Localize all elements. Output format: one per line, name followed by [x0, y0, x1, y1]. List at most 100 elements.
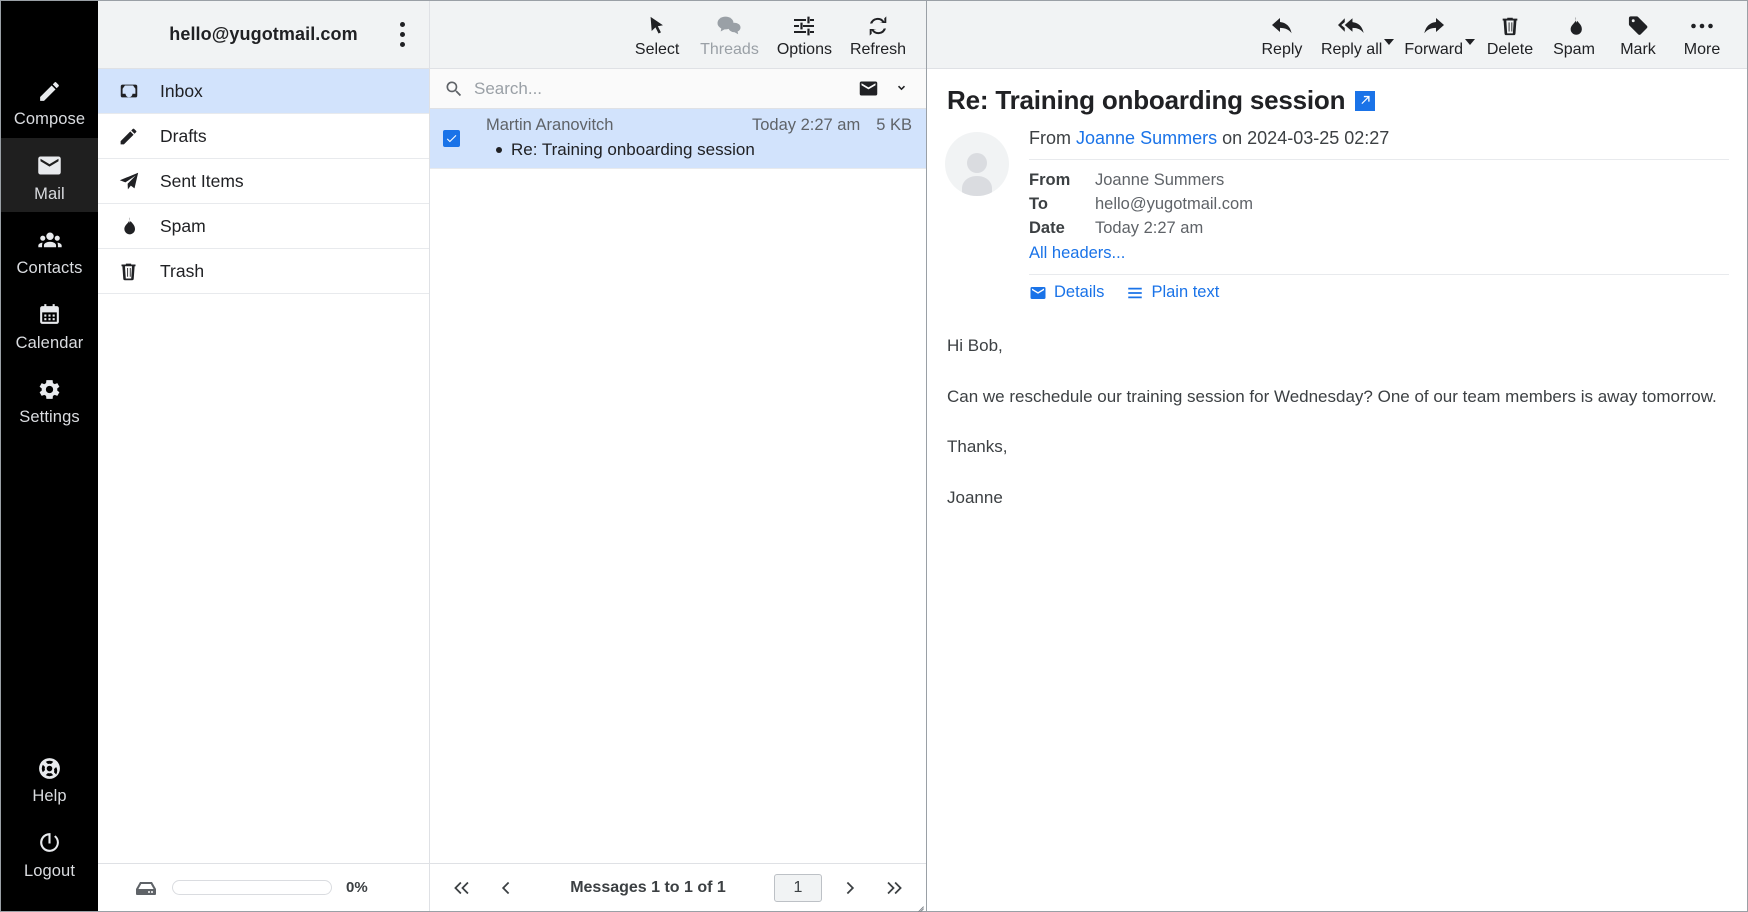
spam-button[interactable]: Spam: [1543, 8, 1605, 62]
message-subject: Re: Training onboarding session: [511, 140, 755, 160]
rail-label-settings: Settings: [19, 409, 79, 426]
rail-item-logout[interactable]: Logout: [1, 815, 98, 890]
message-list-item[interactable]: Martin Aranovitch Today 2:27 am 5 KB Re:…: [430, 109, 926, 169]
header-key-date: Date: [1029, 216, 1095, 240]
reply-all-dropdown-caret-icon[interactable]: [1384, 39, 1394, 45]
message-checkbox[interactable]: [443, 130, 460, 147]
rail-item-contacts[interactable]: Contacts: [1, 212, 98, 287]
kebab-menu-icon[interactable]: [385, 14, 419, 56]
rail-item-mail[interactable]: Mail: [1, 138, 98, 213]
refresh-button[interactable]: Refresh: [844, 8, 912, 62]
summary-sender-link[interactable]: Joanne Summers: [1076, 128, 1217, 148]
header-key-from: From: [1029, 168, 1095, 192]
envelope-icon[interactable]: [858, 78, 879, 99]
lines-icon: [1126, 284, 1144, 302]
cursor-arrow-icon: [646, 12, 668, 40]
forward-group: Forward: [1398, 8, 1477, 62]
header-summary: From Joanne Summers on 2024-03-25 02:27: [1029, 128, 1729, 160]
webmail-app: Compose Mail Contacts Calendar: [0, 0, 1748, 912]
header-fields: From Joanne Summers on 2024-03-25 02:27 …: [1029, 128, 1729, 306]
reply-all-button[interactable]: Reply all: [1315, 8, 1388, 62]
header-row-to: To hello@yugotmail.com: [1029, 192, 1729, 216]
message-subject-row: Re: Training onboarding session: [486, 140, 912, 160]
page-number-input[interactable]: [774, 874, 822, 902]
header-value-from[interactable]: Joanne Summers: [1095, 168, 1224, 192]
forward-dropdown-caret-icon[interactable]: [1465, 39, 1475, 45]
avatar: [945, 132, 1009, 196]
search-input[interactable]: [474, 79, 848, 99]
subject-line: Re: Training onboarding session: [945, 69, 1729, 128]
gear-icon: [37, 374, 62, 404]
folder-item-trash[interactable]: Trash: [98, 249, 429, 294]
options-button[interactable]: Options: [771, 8, 838, 62]
rail-top-group: Compose Mail Contacts Calendar: [1, 1, 98, 436]
summary-from-label: From: [1029, 128, 1071, 148]
panel-resize-grip[interactable]: [912, 897, 924, 909]
all-headers-link[interactable]: All headers...: [1029, 240, 1729, 274]
folder-label-sent-items: Sent Items: [160, 171, 244, 192]
chevron-down-icon[interactable]: [893, 80, 910, 97]
reading-pane: Reply Reply all Forward: [927, 1, 1747, 911]
primary-nav-rail: Compose Mail Contacts Calendar: [1, 1, 98, 911]
next-page-button[interactable]: [828, 868, 872, 908]
unread-dot-icon: [496, 147, 502, 153]
message-actions-toolbar: Reply Reply all Forward: [927, 1, 1747, 69]
body-paragraph: Can we reschedule our training session f…: [947, 385, 1725, 410]
folder-list: Inbox Drafts Sent Items Spam: [98, 69, 429, 863]
message-list-toolbar: Select Threads Options Refresh: [430, 1, 926, 69]
threads-button-label: Threads: [700, 42, 759, 58]
flame-icon: [1564, 12, 1585, 40]
rail-label-contacts: Contacts: [17, 260, 83, 277]
double-chevron-left-icon: [452, 878, 472, 898]
message-body: Hi Bob, Can we reschedule our training s…: [945, 306, 1729, 511]
options-button-label: Options: [777, 42, 832, 58]
flame-icon: [118, 216, 148, 236]
select-button[interactable]: Select: [626, 8, 688, 62]
rail-item-compose[interactable]: Compose: [1, 63, 98, 138]
details-toggle[interactable]: Details: [1029, 283, 1104, 302]
quota-percent-label: 0%: [346, 879, 368, 896]
external-link-icon[interactable]: [1355, 91, 1375, 111]
forward-button[interactable]: Forward: [1398, 8, 1469, 62]
header-value-to[interactable]: hello@yugotmail.com: [1095, 192, 1253, 216]
delete-button[interactable]: Delete: [1479, 8, 1541, 62]
message-size: 5 KB: [876, 116, 912, 135]
folder-item-drafts[interactable]: Drafts: [98, 114, 429, 159]
pagination-bar: Messages 1 to 1 of 1: [430, 863, 926, 911]
reply-all-group: Reply all: [1315, 8, 1396, 62]
header-actions: Details Plain text: [1029, 274, 1729, 306]
mark-button[interactable]: Mark: [1607, 8, 1669, 62]
lifebuoy-icon: [37, 753, 62, 783]
trash-icon: [118, 261, 148, 282]
folder-label-drafts: Drafts: [160, 126, 207, 147]
disk-icon: [134, 879, 158, 897]
first-page-button[interactable]: [440, 868, 484, 908]
message-list-panel: Select Threads Options Refresh: [430, 1, 927, 911]
prev-page-button[interactable]: [484, 868, 528, 908]
more-button-label: More: [1684, 42, 1720, 58]
message-summary: Martin Aranovitch Today 2:27 am 5 KB Re:…: [472, 110, 926, 168]
rail-item-settings[interactable]: Settings: [1, 361, 98, 436]
threads-button[interactable]: Threads: [694, 8, 765, 62]
spam-button-label: Spam: [1553, 42, 1595, 58]
kebab-dot: [400, 32, 405, 37]
forward-button-label: Forward: [1404, 42, 1463, 58]
folder-item-spam[interactable]: Spam: [98, 204, 429, 249]
folder-item-inbox[interactable]: Inbox: [98, 69, 429, 114]
folder-label-trash: Trash: [160, 261, 204, 282]
folder-panel: hello@yugotmail.com Inbox D: [98, 1, 430, 911]
search-icon: [444, 79, 464, 99]
folder-panel-header: hello@yugotmail.com: [98, 1, 429, 69]
contacts-icon: [36, 225, 64, 255]
power-icon: [37, 828, 62, 858]
rail-item-help[interactable]: Help: [1, 740, 98, 815]
kebab-dot: [400, 22, 405, 27]
folder-item-sent-items[interactable]: Sent Items: [98, 159, 429, 204]
body-paragraph: Hi Bob,: [947, 334, 1725, 359]
rail-item-calendar[interactable]: Calendar: [1, 287, 98, 362]
more-button[interactable]: More: [1671, 8, 1733, 62]
plain-text-toggle[interactable]: Plain text: [1126, 283, 1219, 302]
reply-button[interactable]: Reply: [1251, 8, 1313, 62]
account-email: hello@yugotmail.com: [169, 24, 357, 45]
last-page-button[interactable]: [872, 868, 916, 908]
